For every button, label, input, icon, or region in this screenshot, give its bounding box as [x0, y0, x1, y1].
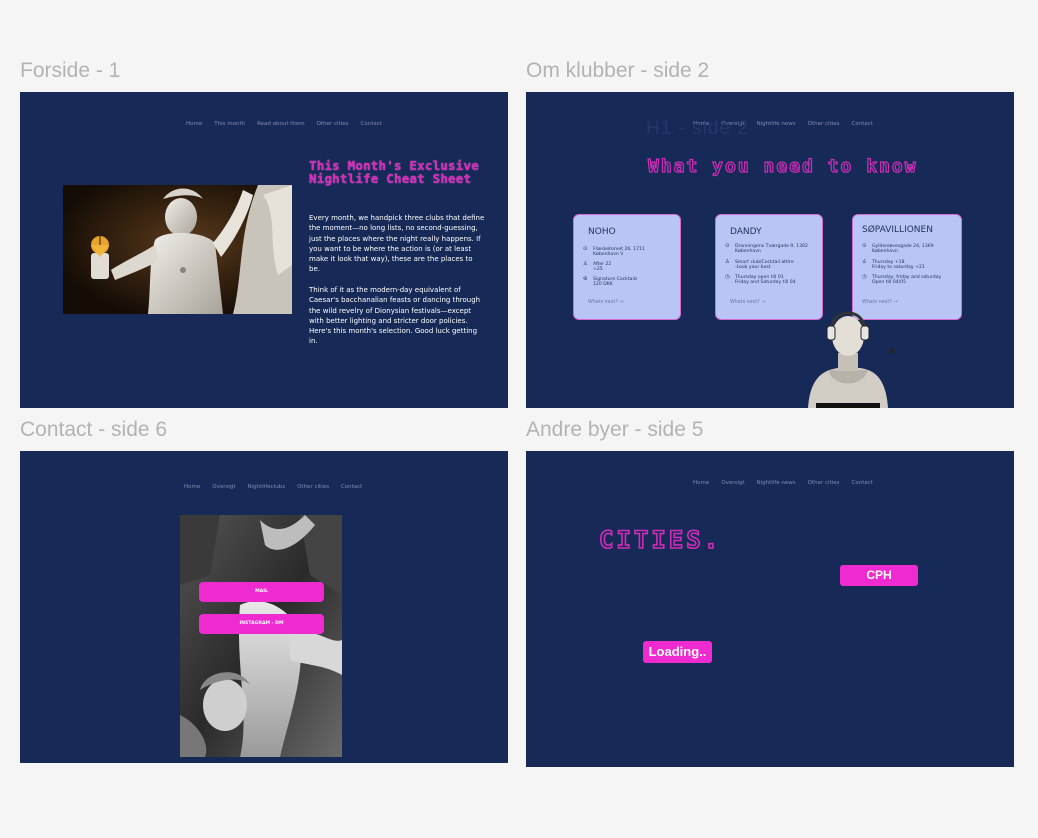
person-icon: ♙ — [583, 261, 588, 267]
top-nav: Home This month Read about them Other ci… — [186, 121, 382, 127]
hero-heading: This Month's Exclusive Nightlife Cheat S… — [309, 158, 479, 186]
nav-item-other-cities[interactable]: Other cities — [297, 484, 329, 490]
nav-item-home[interactable]: Home — [184, 484, 200, 490]
nav-item-other-cities[interactable]: Other cities — [808, 121, 840, 127]
club-title: DANDY — [730, 227, 762, 237]
intro-paragraph: Every month, we handpick three clubs tha… — [309, 214, 485, 274]
ghost-heading: H1 - side 2 — [646, 118, 749, 139]
club-age: ♙ Thursday +18 Friday to saturday +21 — [862, 259, 925, 271]
club-hours: ◷ Thursday open till 01 Friday and Satur… — [725, 274, 796, 286]
baroque-sculpture-photo — [180, 515, 342, 757]
location-icon: ⊙ — [725, 243, 730, 249]
instagram-dm-button[interactable]: INSTAGRAM - DM — [199, 614, 324, 634]
cities-heading: CITIES. — [598, 525, 722, 555]
nav-item-nightlife-news[interactable]: Nightlife news — [757, 480, 796, 486]
club-dresscode: ♙ Smart club/Cocktail attire -Look your … — [725, 259, 794, 271]
nav-item-contact[interactable]: Contact — [361, 121, 382, 127]
frame-contact[interactable]: Home Oversigt Nightlifeclubs Other citie… — [20, 451, 508, 763]
loading-indicator: Loading.. — [643, 641, 712, 663]
club-address: ⊙ Flæsketorvet 26, 1711 København V — [583, 246, 645, 258]
frame-label-contact: Contact - side 6 — [20, 418, 168, 441]
frame-forside[interactable]: Home This month Read about them Other ci… — [20, 92, 508, 408]
whats-next-link[interactable]: Whats next? → — [588, 300, 623, 305]
club-title: NOHO — [588, 227, 616, 237]
nav-item-nightlife-news[interactable]: Nightlife news — [757, 121, 796, 127]
frame-label-andre-byer: Andre byer - side 5 — [526, 418, 704, 441]
nav-item-this-month[interactable]: This month — [214, 121, 245, 127]
nav-item-oversigt[interactable]: Oversigt — [721, 480, 744, 486]
club-address: ⊙ Dronningens Tværgade 9, 1302 København — [725, 243, 808, 255]
frame-label-forside: Forside - 1 — [20, 59, 121, 82]
location-icon: ⊙ — [862, 243, 867, 249]
frame-andre-byer[interactable]: Home Oversigt Nightlife news Other citie… — [526, 451, 1014, 767]
whats-next-link[interactable]: Whats next? → — [730, 300, 765, 305]
nav-item-other-cities[interactable]: Other cities — [808, 480, 840, 486]
section-heading: What you need to know — [647, 155, 918, 177]
nav-item-other-cities[interactable]: Other cities — [317, 121, 349, 127]
frame-om-klubber[interactable]: Home Oversigt Nightlife news Other citie… — [526, 92, 1014, 408]
clock-icon: ◷ — [862, 274, 867, 280]
club-price: ⊛ Signature Cocktails 120 DKK — [583, 276, 638, 288]
club-address: ⊙ Gyldenløvesgade 24, 1369 København — [862, 243, 934, 255]
top-nav: Home Oversigt Nightlife news Other citie… — [693, 480, 873, 486]
nav-item-oversigt[interactable]: Oversigt — [212, 484, 235, 490]
location-icon: ⊙ — [583, 246, 588, 252]
person-icon: ♙ — [725, 259, 730, 265]
statue-cocktail-photo — [63, 185, 292, 314]
top-nav: Home Oversigt Nightlifeclubs Other citie… — [184, 484, 362, 490]
club-hours: ◷ Thursday, friday and saturday Open til… — [862, 274, 942, 286]
club-title: SØPAVILLIONEN — [862, 225, 933, 235]
nav-item-contact[interactable]: Contact — [852, 121, 873, 127]
mail-button[interactable]: MAIL — [199, 582, 324, 602]
nav-item-nightlifeclubs[interactable]: Nightlifeclubs — [248, 484, 286, 490]
club-age: ♙ After 22 +25 — [583, 261, 612, 273]
frame-label-om-klubber: Om klubber - side 2 — [526, 59, 710, 82]
nav-item-contact[interactable]: Contact — [341, 484, 362, 490]
money-icon: ⊛ — [583, 276, 588, 282]
club-card-noho[interactable]: NOHO ⊙ Flæsketorvet 26, 1711 København V… — [573, 214, 681, 320]
nav-item-home[interactable]: Home — [186, 121, 202, 127]
clock-icon: ◷ — [725, 274, 730, 280]
nav-item-contact[interactable]: Contact — [852, 480, 873, 486]
city-button-cph[interactable]: CPH — [840, 565, 918, 586]
nav-item-home[interactable]: Home — [693, 480, 709, 486]
person-icon: ♙ — [862, 259, 867, 265]
statue-headphones-illustration — [808, 311, 895, 408]
nav-item-read-about[interactable]: Read about them — [257, 121, 305, 127]
caesar-paragraph: Think of it as the modern-day equivalent… — [309, 286, 481, 346]
